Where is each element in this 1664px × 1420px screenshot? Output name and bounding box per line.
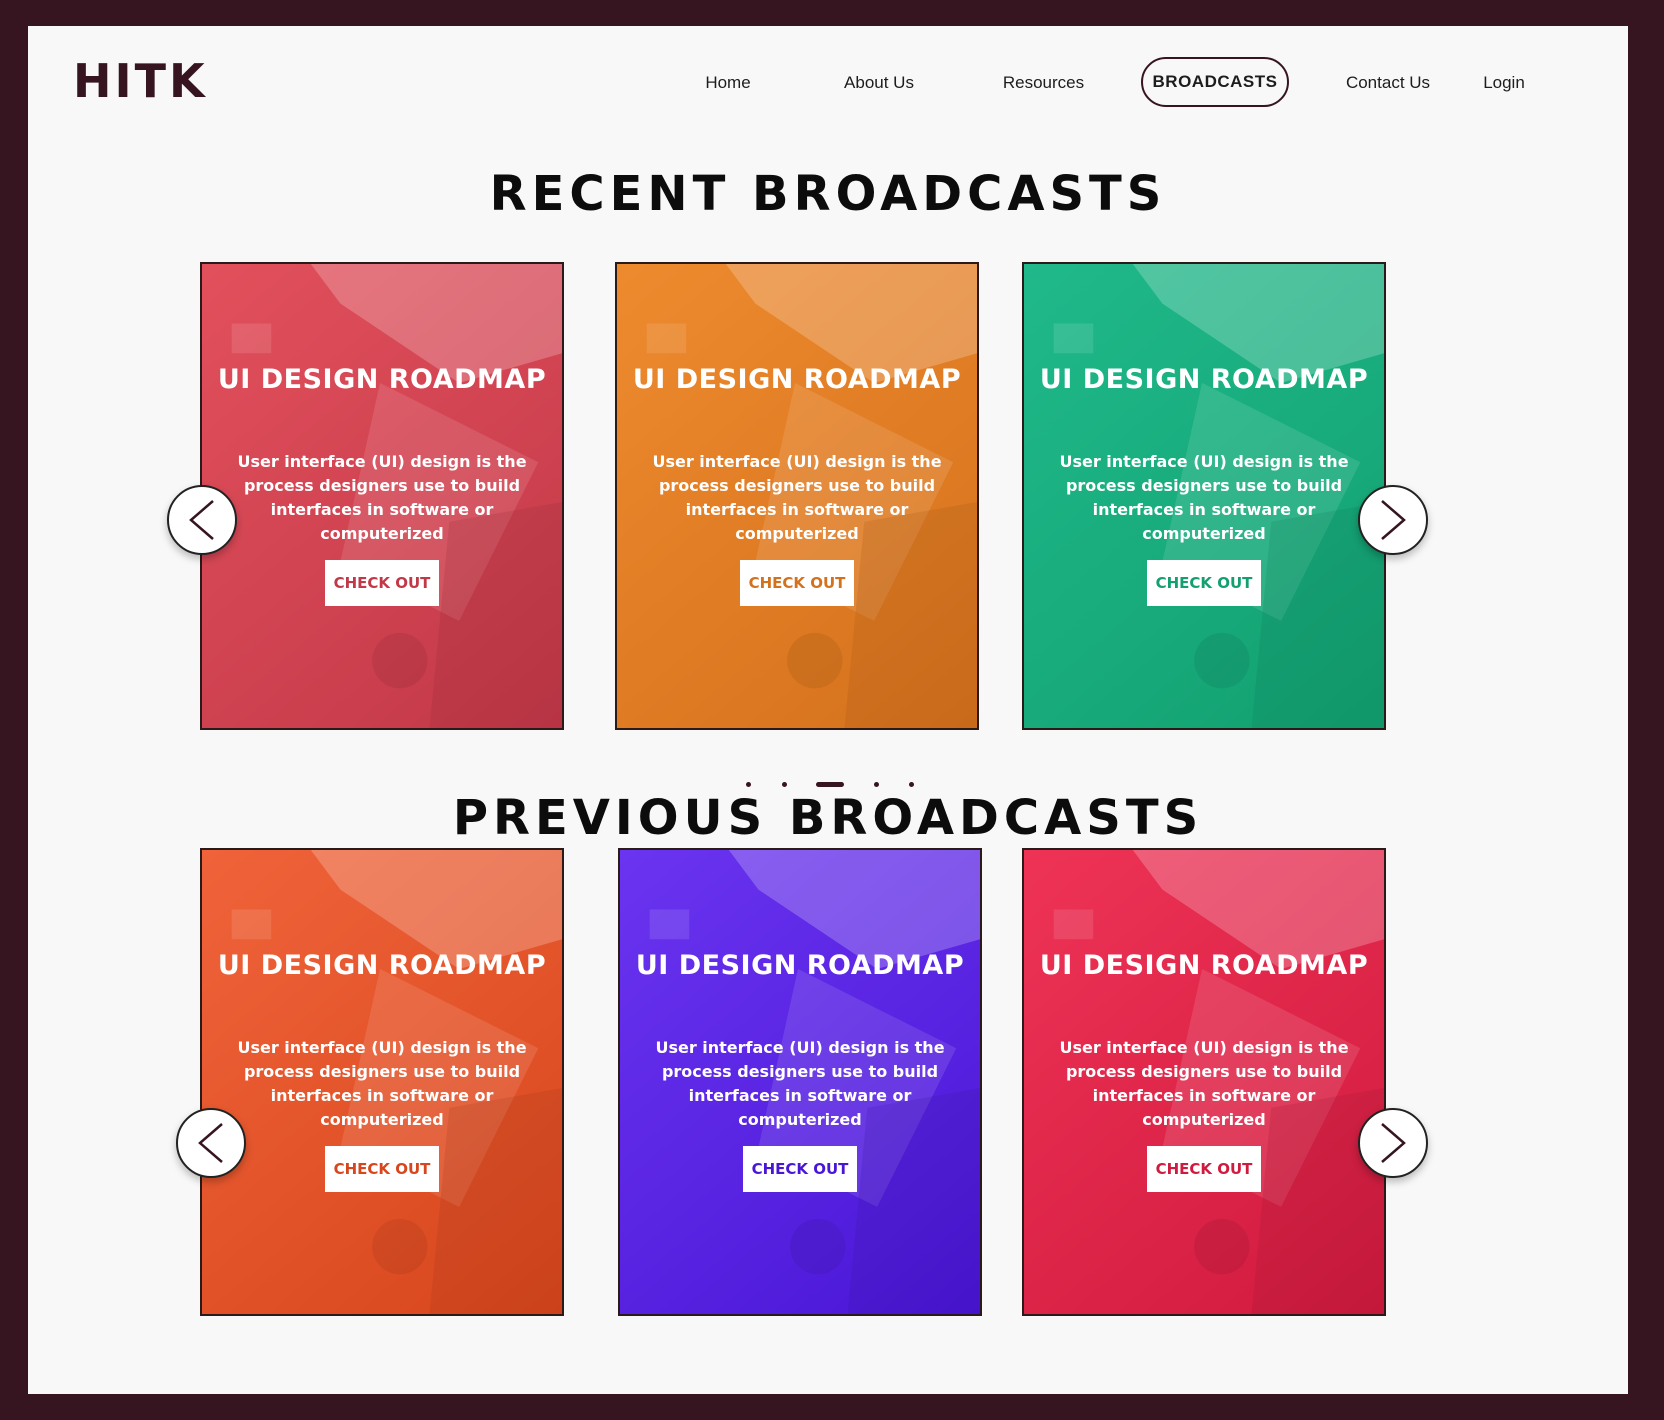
card-title: UI DESIGN ROADMAP: [635, 950, 965, 981]
card-title: UI DESIGN ROADMAP: [1039, 364, 1369, 395]
nav-resources[interactable]: Resources: [986, 68, 1101, 98]
chevron-left-icon: [189, 500, 214, 540]
carousel-dot-active[interactable]: [816, 782, 844, 787]
card-description: User interface (UI) design is the proces…: [655, 1038, 945, 1129]
main-nav: Home About Us Resources BROADCASTS Conta…: [28, 26, 1628, 136]
check-out-button[interactable]: CHECK OUT: [325, 1146, 439, 1192]
recent-prev-button[interactable]: [167, 485, 237, 555]
check-out-button[interactable]: CHECK OUT: [1147, 560, 1261, 606]
card-title: UI DESIGN ROADMAP: [1039, 950, 1369, 981]
broadcast-card[interactable]: UI DESIGN ROADMAP User interface (UI) des…: [200, 848, 564, 1316]
nav-broadcasts[interactable]: BROADCASTS: [1141, 57, 1289, 107]
previous-prev-button[interactable]: [176, 1108, 246, 1178]
carousel-dot[interactable]: [746, 782, 751, 787]
broadcast-card[interactable]: UI DESIGN ROADMAP User interface (UI) des…: [615, 262, 979, 730]
chevron-right-icon: [1381, 1123, 1406, 1163]
card-title: UI DESIGN ROADMAP: [217, 950, 547, 981]
chevron-right-icon: [1381, 500, 1406, 540]
previous-broadcasts-title: PREVIOUS BROADCASTS: [452, 790, 1204, 846]
check-out-button[interactable]: CHECK OUT: [1147, 1146, 1261, 1192]
nav-about-us[interactable]: About Us: [824, 68, 934, 98]
broadcast-card[interactable]: UI DESIGN ROADMAP User interface (UI) des…: [1022, 848, 1386, 1316]
carousel-dot[interactable]: [874, 782, 879, 787]
card-description: User interface (UI) design is the proces…: [652, 452, 942, 543]
card-title: UI DESIGN ROADMAP: [217, 364, 547, 395]
previous-next-button[interactable]: [1358, 1108, 1428, 1178]
card-description: User interface (UI) design is the proces…: [1059, 452, 1349, 543]
nav-contact-us[interactable]: Contact Us: [1338, 68, 1438, 98]
carousel-dot[interactable]: [782, 782, 787, 787]
check-out-button[interactable]: CHECK OUT: [740, 560, 854, 606]
carousel-dots: [28, 780, 1628, 790]
chevron-left-icon: [198, 1123, 223, 1163]
recent-broadcasts-title: RECENT BROADCASTS: [489, 166, 1167, 222]
nav-home[interactable]: Home: [688, 68, 768, 98]
nav-login[interactable]: Login: [1474, 68, 1534, 98]
broadcast-card[interactable]: UI DESIGN ROADMAP User interface (UI) des…: [200, 262, 564, 730]
card-title: UI DESIGN ROADMAP: [632, 364, 962, 395]
recent-next-button[interactable]: [1358, 485, 1428, 555]
carousel-dot[interactable]: [909, 782, 914, 787]
card-description: User interface (UI) design is the proces…: [237, 452, 527, 543]
card-description: User interface (UI) design is the proces…: [237, 1038, 527, 1129]
card-description: User interface (UI) design is the proces…: [1059, 1038, 1349, 1129]
broadcast-card[interactable]: UI DESIGN ROADMAP User interface (UI) des…: [1022, 262, 1386, 730]
check-out-button[interactable]: CHECK OUT: [743, 1146, 857, 1192]
page: HITK Home About Us Resources BROADCASTS …: [28, 26, 1628, 1394]
broadcast-card[interactable]: UI DESIGN ROADMAP User interface (UI) des…: [618, 848, 982, 1316]
check-out-button[interactable]: CHECK OUT: [325, 560, 439, 606]
